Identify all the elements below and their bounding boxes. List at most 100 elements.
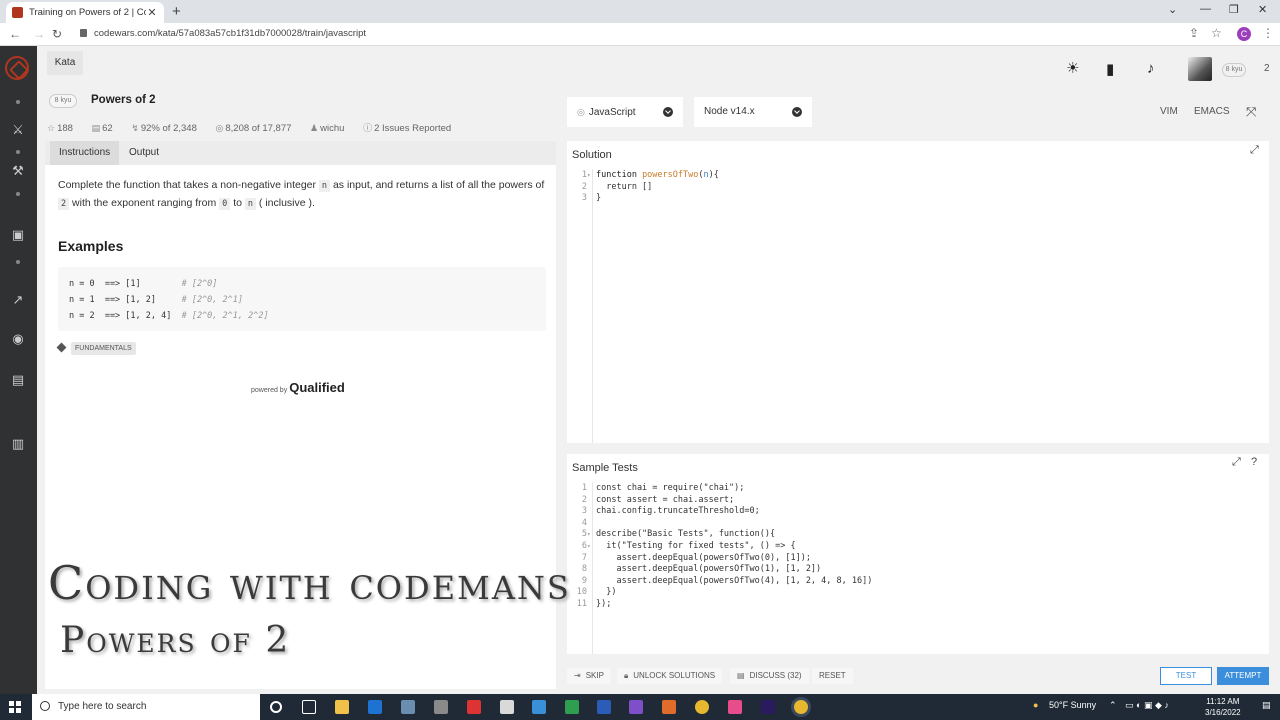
tray-icons[interactable]: ▭ ◐ ▣ ◆ ♪ — [1125, 700, 1169, 711]
skip-icon: ⇥ — [574, 671, 581, 680]
app-icon[interactable] — [565, 700, 579, 714]
bookmark-star-icon[interactable]: ☆ — [1211, 26, 1222, 40]
tab-instructions[interactable]: Instructions — [50, 141, 120, 165]
app-icon[interactable] — [532, 700, 546, 714]
app-icon[interactable] — [434, 700, 448, 714]
attempt-button[interactable]: ATTEMPT — [1217, 667, 1269, 685]
skip-button[interactable]: ⇥ SKIP — [567, 668, 611, 684]
code-line: 9 assert.deepEqual(powersOfTwo(4), [1, 2… — [567, 576, 1269, 588]
browser-menu-icon[interactable]: ⋮ — [1262, 26, 1274, 40]
expand-layout-icon[interactable]: ⤧ — [1246, 104, 1256, 120]
test-button[interactable]: TEST — [1160, 667, 1212, 685]
help-icon[interactable]: ? — [1251, 456, 1257, 468]
leaderboard-icon[interactable]: ↗ — [10, 292, 26, 308]
premiere-icon[interactable] — [761, 700, 775, 714]
new-tab-icon[interactable]: + — [172, 3, 181, 20]
code-line: 3} — [567, 193, 1269, 205]
language-select[interactable]: ◎ JavaScript — [567, 97, 683, 127]
fold-arrow-icon[interactable]: ▾ — [587, 529, 591, 541]
fullscreen-icon[interactable]: ⤢ — [1232, 456, 1241, 469]
windows-start-icon[interactable] — [9, 701, 21, 713]
bookmark-icon[interactable]: ▮ — [1106, 60, 1114, 78]
back-icon[interactable]: ← — [9, 27, 21, 41]
theme-sun-icon[interactable]: ☀ — [1066, 59, 1079, 77]
code-text: it("Testing for fixed tests", () => { — [596, 540, 796, 551]
search-icon — [40, 701, 50, 711]
close-window-icon[interactable]: ✕ — [1258, 3, 1267, 16]
notifications-icon[interactable]: ▤ — [1262, 700, 1271, 711]
minimize-icon[interactable]: — — [1200, 3, 1211, 15]
solution-title: Solution — [572, 149, 612, 161]
docs-book-icon[interactable]: ▥ — [10, 436, 26, 452]
kata-nav-link[interactable]: Kata — [47, 51, 83, 75]
issues-link[interactable]: 2 Issues Reported — [374, 123, 451, 134]
fullscreen-icon[interactable]: ⤢ — [1250, 144, 1259, 157]
maximize-icon[interactable]: ❐ — [1229, 3, 1239, 16]
taskbar-search[interactable]: Type here to search — [32, 694, 260, 720]
code-line: 10 }) — [567, 587, 1269, 599]
code-text: assert.deepEqual(powersOfTwo(0), [1]); — [596, 552, 811, 563]
tab-output[interactable]: Output — [120, 141, 168, 165]
javascript-icon: ◎ — [577, 107, 585, 117]
mail-icon[interactable] — [368, 700, 382, 714]
author-name[interactable]: wichu — [320, 123, 344, 134]
code-line: 1 const chai = require("chai"); — [567, 483, 1269, 495]
taskbar-clock[interactable]: 11:12 AM 3/16/2022 — [1205, 696, 1241, 718]
example-code: n = 1 ==> [1, 2] — [69, 295, 182, 305]
powered-by-qualified[interactable]: powered by Qualified — [251, 380, 345, 395]
line-number: 1 — [581, 170, 587, 180]
camera-icon[interactable] — [401, 700, 415, 714]
windows-taskbar: Type here to search ● 50°F Sunny ⌃ ▭ ◐ ▣… — [0, 694, 1280, 720]
app-icon[interactable] — [662, 700, 676, 714]
codewars-favicon-icon — [12, 7, 23, 18]
weather-text[interactable]: 50°F Sunny — [1049, 700, 1096, 710]
left-navigation-rail: ⚔ ⚒ ▣ ↗ ◉ ▤ ▥ — [0, 46, 37, 694]
browser-tab-strip: Training on Powers of 2 | Codewars ✕ + ⌄… — [0, 0, 1280, 23]
visual-studio-icon[interactable] — [629, 700, 643, 714]
collection-icon[interactable]: ▤ — [92, 123, 101, 133]
stars-count: 188 — [57, 123, 73, 134]
reload-icon[interactable]: ↻ — [52, 27, 62, 41]
cortana-icon[interactable] — [270, 701, 282, 713]
word-icon[interactable] — [597, 700, 611, 714]
user-avatar[interactable] — [1188, 57, 1212, 81]
file-explorer-icon[interactable] — [335, 700, 349, 714]
tray-overflow-icon[interactable]: ⌃ — [1109, 700, 1117, 711]
app-icon[interactable] — [728, 700, 742, 714]
discord-icon[interactable]: ◉ — [10, 331, 26, 347]
practice-icon[interactable]: ⚒ — [10, 163, 26, 179]
forward-icon[interactable]: → — [33, 27, 45, 41]
chrome-icon[interactable] — [695, 700, 709, 714]
vim-mode-toggle[interactable]: VIM — [1160, 106, 1178, 117]
star-icon[interactable]: ☆ — [47, 123, 55, 133]
task-view-icon[interactable] — [302, 700, 316, 714]
kata-title[interactable]: Powers of 2 — [91, 94, 156, 106]
tag-fundamentals[interactable]: FUNDAMENTALS — [71, 342, 136, 355]
reset-button[interactable]: RESET — [812, 668, 853, 684]
fold-arrow-icon[interactable]: ▾ — [587, 541, 591, 553]
fold-arrow-icon[interactable]: ▾ — [587, 170, 591, 182]
emacs-mode-toggle[interactable]: EMACS — [1194, 106, 1230, 117]
notification-bell-icon[interactable]: ♪ — [1147, 60, 1155, 77]
votes-count: 62 — [102, 123, 113, 134]
discuss-icon[interactable]: ▤ — [10, 372, 26, 388]
url-field[interactable]: codewars.com/kata/57a083a57cb1f31db70000… — [80, 28, 366, 39]
code-text: const chai = require("chai"); — [596, 483, 745, 493]
discuss-button[interactable]: ▤ DISCUSS (32) — [730, 668, 809, 684]
briefcase-icon[interactable]: ▣ — [10, 227, 26, 243]
tab-search-icon[interactable]: ⌄ — [1168, 3, 1177, 16]
close-tab-icon[interactable]: ✕ — [146, 6, 158, 19]
share-icon[interactable]: ⇪ — [1189, 26, 1199, 40]
training-icon[interactable]: ⚔ — [10, 122, 26, 138]
runtime-select[interactable]: Node v14.x — [694, 97, 812, 127]
browser-tab[interactable]: Training on Powers of 2 | Codewars ✕ — [6, 2, 164, 23]
codewars-logo-icon[interactable] — [5, 56, 29, 80]
solution-editor[interactable]: Solution ⤢ 1 ▾ function powersOfTwo(n){ 2 … — [567, 141, 1269, 443]
sample-tests-editor[interactable]: Sample Tests ⤢ ? 1 const chai = require("… — [567, 454, 1269, 654]
chrome-active-icon[interactable] — [794, 700, 808, 714]
notepad-icon[interactable] — [500, 700, 514, 714]
profile-avatar[interactable]: C — [1237, 27, 1251, 41]
recorder-icon[interactable] — [467, 700, 481, 714]
unlock-solutions-button[interactable]: 🔒︎ UNLOCK SOLUTIONS — [617, 668, 723, 684]
discuss-label: DISCUSS (32) — [749, 671, 802, 680]
